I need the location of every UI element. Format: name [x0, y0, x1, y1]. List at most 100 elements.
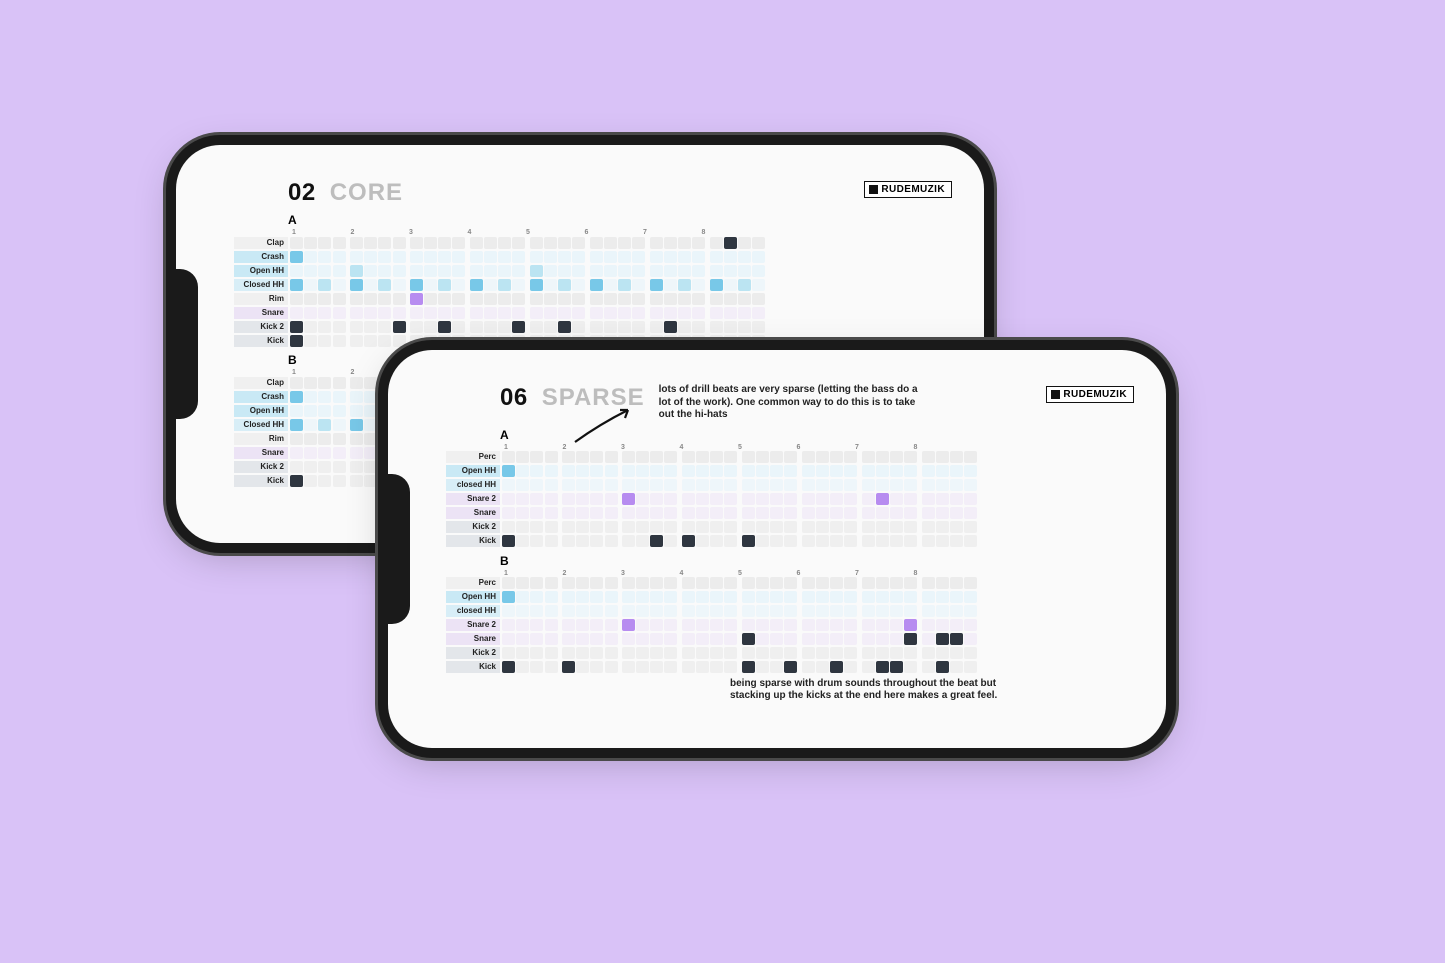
sequencer-cell[interactable]: [682, 605, 695, 617]
sequencer-cell[interactable]: [784, 507, 797, 519]
sequencer-cell[interactable]: [710, 321, 723, 333]
sequencer-cell[interactable]: [770, 605, 783, 617]
sequencer-cell[interactable]: [890, 479, 903, 491]
sequencer-cell[interactable]: [802, 633, 815, 645]
sequencer-cell[interactable]: [544, 279, 557, 291]
sequencer-cell[interactable]: [364, 321, 377, 333]
sequencer-cell[interactable]: [710, 293, 723, 305]
sequencer-cell[interactable]: [333, 335, 346, 347]
sequencer-cell[interactable]: [618, 335, 631, 347]
sequencer-cell[interactable]: [862, 591, 875, 603]
sequencer-cell[interactable]: [890, 535, 903, 547]
sequencer-cell[interactable]: [410, 265, 423, 277]
sequencer-cell[interactable]: [876, 661, 889, 673]
sequencer-cell[interactable]: [876, 577, 889, 589]
sequencer-cell[interactable]: [784, 647, 797, 659]
sequencer-cell[interactable]: [664, 465, 677, 477]
sequencer-cell[interactable]: [618, 307, 631, 319]
sequencer-cell[interactable]: [756, 647, 769, 659]
sequencer-cell[interactable]: [696, 577, 709, 589]
sequencer-cell[interactable]: [936, 619, 949, 631]
sequencer-cell[interactable]: [590, 619, 603, 631]
sequencer-cell[interactable]: [545, 507, 558, 519]
sequencer-cell[interactable]: [590, 265, 603, 277]
sequencer-cell[interactable]: [318, 461, 331, 473]
sequencer-cell[interactable]: [604, 293, 617, 305]
sequencer-cell[interactable]: [576, 451, 589, 463]
sequencer-cell[interactable]: [724, 647, 737, 659]
sequencer-cell[interactable]: [876, 507, 889, 519]
sequencer-cell[interactable]: [830, 577, 843, 589]
sequencer-cell[interactable]: [484, 335, 497, 347]
sequencer-cell[interactable]: [710, 237, 723, 249]
sequencer-cell[interactable]: [922, 619, 935, 631]
sequencer-cell[interactable]: [742, 605, 755, 617]
sequencer-cell[interactable]: [498, 307, 511, 319]
sequencer-cell[interactable]: [756, 451, 769, 463]
sequencer-cell[interactable]: [890, 507, 903, 519]
sequencer-cell[interactable]: [333, 475, 346, 487]
sequencer-cell[interactable]: [318, 377, 331, 389]
sequencer-cell[interactable]: [862, 619, 875, 631]
sequencer-cell[interactable]: [318, 293, 331, 305]
sequencer-cell[interactable]: [364, 475, 377, 487]
sequencer-cell[interactable]: [752, 307, 765, 319]
sequencer-cell[interactable]: [710, 479, 723, 491]
sequencer-cell[interactable]: [350, 279, 363, 291]
sequencer-cell[interactable]: [304, 265, 317, 277]
sequencer-cell[interactable]: [696, 493, 709, 505]
sequencer-cell[interactable]: [516, 605, 529, 617]
sequencer-cell[interactable]: [290, 279, 303, 291]
sequencer-cell[interactable]: [545, 451, 558, 463]
sequencer-cell[interactable]: [590, 307, 603, 319]
sequencer-cell[interactable]: [605, 465, 618, 477]
sequencer-cell[interactable]: [770, 507, 783, 519]
sequencer-cell[interactable]: [904, 633, 917, 645]
sequencer-cell[interactable]: [650, 251, 663, 263]
sequencer-cell[interactable]: [802, 535, 815, 547]
sequencer-cell[interactable]: [890, 577, 903, 589]
sequencer-cell[interactable]: [950, 661, 963, 673]
sequencer-cell[interactable]: [590, 493, 603, 505]
sequencer-cell[interactable]: [604, 321, 617, 333]
sequencer-cell[interactable]: [890, 451, 903, 463]
sequencer-cell[interactable]: [650, 605, 663, 617]
sequencer-cell[interactable]: [936, 507, 949, 519]
sequencer-cell[interactable]: [290, 377, 303, 389]
sequencer-cell[interactable]: [572, 321, 585, 333]
sequencer-cell[interactable]: [964, 465, 977, 477]
sequencer-cell[interactable]: [650, 633, 663, 645]
sequencer-cell[interactable]: [622, 577, 635, 589]
sequencer-cell[interactable]: [590, 465, 603, 477]
sequencer-cell[interactable]: [544, 307, 557, 319]
sequencer-cell[interactable]: [452, 335, 465, 347]
sequencer-cell[interactable]: [964, 451, 977, 463]
sequencer-cell[interactable]: [636, 661, 649, 673]
sequencer-cell[interactable]: [678, 251, 691, 263]
sequencer-cell[interactable]: [724, 507, 737, 519]
sequencer-cell[interactable]: [756, 535, 769, 547]
sequencer-cell[interactable]: [738, 265, 751, 277]
sequencer-cell[interactable]: [545, 605, 558, 617]
sequencer-cell[interactable]: [904, 493, 917, 505]
sequencer-cell[interactable]: [544, 237, 557, 249]
sequencer-cell[interactable]: [696, 591, 709, 603]
sequencer-cell[interactable]: [950, 535, 963, 547]
sequencer-cell[interactable]: [545, 619, 558, 631]
sequencer-cell[interactable]: [576, 493, 589, 505]
sequencer-cell[interactable]: [502, 591, 515, 603]
sequencer-cell[interactable]: [544, 265, 557, 277]
sequencer-cell[interactable]: [964, 507, 977, 519]
sequencer-cell[interactable]: [710, 507, 723, 519]
sequencer-cell[interactable]: [350, 377, 363, 389]
sequencer-cell[interactable]: [590, 661, 603, 673]
sequencer-cell[interactable]: [664, 479, 677, 491]
sequencer-cell[interactable]: [950, 451, 963, 463]
sequencer-cell[interactable]: [484, 251, 497, 263]
sequencer-cell[interactable]: [438, 265, 451, 277]
sequencer-cell[interactable]: [410, 251, 423, 263]
sequencer-cell[interactable]: [470, 279, 483, 291]
sequencer-cell[interactable]: [470, 321, 483, 333]
sequencer-cell[interactable]: [752, 335, 765, 347]
sequencer-cell[interactable]: [290, 307, 303, 319]
